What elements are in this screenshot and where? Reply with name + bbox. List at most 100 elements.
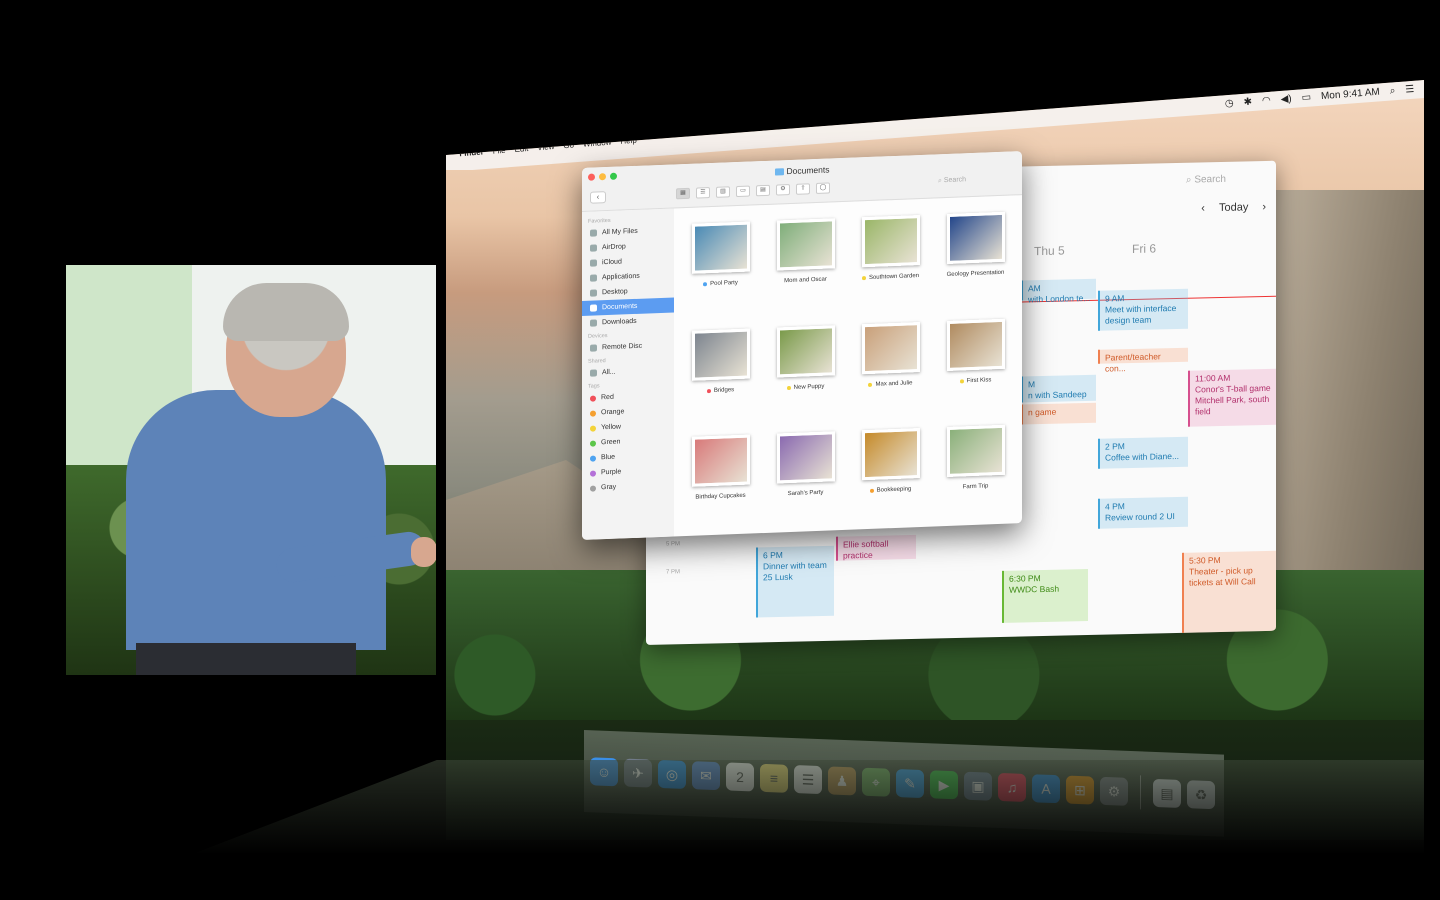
- file-tag-icon: [706, 388, 711, 393]
- finder-sidebar: Favorites All My Files AirDrop iCloud Ap…: [582, 208, 674, 540]
- calendar-time-label: 5 PM: [666, 541, 681, 548]
- file-tag-icon: [786, 385, 791, 390]
- share-icon[interactable]: ⇧: [796, 183, 810, 195]
- back-button[interactable]: ‹: [590, 191, 606, 204]
- file-caption: Bridges: [706, 386, 735, 394]
- menu-view[interactable]: View: [537, 142, 555, 152]
- finder-toolbar: ▦ ☰ ▥ ▭ ▤ ⚙ ⇧ ◯: [676, 182, 830, 200]
- file-caption: Birthday Cupcakes: [695, 493, 745, 501]
- tag-color-dot-icon: [590, 484, 596, 492]
- sidebar-item-label: Blue: [601, 453, 616, 462]
- calendar-event[interactable]: 6 PM Dinner with team 25 Lusk: [756, 545, 834, 618]
- calendar-search[interactable]: ⌕ Search: [1186, 174, 1226, 186]
- file-caption: Mom and Oscar: [784, 277, 827, 285]
- calendar-nav: ‹ Today ›: [1201, 201, 1266, 214]
- calendar-search-placeholder: Search: [1194, 173, 1226, 186]
- file-item[interactable]: Geology Presentation: [933, 199, 1018, 309]
- apple-menu-icon[interactable]: [450, 150, 451, 159]
- menu-edit[interactable]: Edit: [514, 144, 528, 154]
- bluetooth-icon[interactable]: ✱: [1243, 96, 1252, 108]
- file-grid: Pool Party Mom and Oscar Southtown Garden G…: [678, 199, 1018, 532]
- sidebar-item-label: Gray: [601, 483, 617, 492]
- file-item[interactable]: Farm Trip: [933, 413, 1018, 523]
- stage-reflection: [190, 760, 1424, 855]
- file-thumbnail: [861, 428, 920, 481]
- file-caption: Farm Trip: [963, 484, 989, 491]
- menu-help[interactable]: Help: [620, 136, 637, 146]
- list-view-icon[interactable]: ☰: [696, 187, 710, 199]
- action-gear-icon[interactable]: ⚙: [776, 184, 790, 196]
- file-item[interactable]: Pool Party: [678, 209, 763, 319]
- calendar-event[interactable]: 11:00 AM Conor's T-ball game Mitchell Pa…: [1188, 368, 1276, 427]
- file-item[interactable]: Mom and Oscar: [763, 206, 848, 316]
- notification-center-icon[interactable]: ☰: [1405, 84, 1415, 96]
- calendar-event[interactable]: 9 AM Meet with interface design team: [1098, 288, 1188, 331]
- all-my-files-icon: [590, 229, 597, 237]
- tag-color-dot-icon: [590, 439, 596, 447]
- remote-disc-icon: [590, 344, 597, 352]
- presenter-trousers: [136, 643, 356, 675]
- file-item[interactable]: Birthday Cupcakes: [678, 422, 763, 532]
- file-item[interactable]: Bridges: [678, 316, 763, 426]
- calendar-event[interactable]: 4 PM Review round 2 UI: [1098, 496, 1188, 529]
- calendar-event[interactable]: Parent/teacher con...: [1098, 347, 1188, 374]
- calendar-event[interactable]: M n with Sandeep: [1021, 374, 1096, 403]
- sidebar-tag-gray[interactable]: Gray: [582, 477, 674, 496]
- file-name: New Puppy: [793, 383, 825, 391]
- sidebar-item-label: All...: [602, 368, 616, 377]
- file-item[interactable]: First Kiss: [933, 306, 1018, 416]
- file-item[interactable]: New Puppy: [763, 312, 848, 422]
- file-caption: First Kiss: [959, 376, 992, 384]
- sidebar-item-label: Orange: [601, 408, 625, 417]
- file-tag-icon: [869, 489, 874, 494]
- column-view-icon[interactable]: ▥: [716, 186, 730, 198]
- finder-search-placeholder: Search: [943, 176, 967, 185]
- menu-file[interactable]: File: [492, 146, 506, 156]
- file-name: Max and Julie: [875, 379, 913, 388]
- presenter-hair: [223, 283, 349, 341]
- calendar-today-button[interactable]: Today: [1219, 201, 1248, 214]
- cover-flow-icon[interactable]: ▭: [736, 185, 750, 198]
- finder-title-text: Documents: [786, 164, 830, 177]
- calendar-event[interactable]: n game: [1021, 402, 1096, 425]
- calendar-event[interactable]: 5:30 PM Theater - pick up tickets at Wil…: [1182, 550, 1276, 643]
- menu-app-name[interactable]: Finder: [459, 147, 484, 158]
- calendar-next-icon[interactable]: ›: [1262, 201, 1266, 213]
- file-item[interactable]: Sarah's Party: [763, 419, 848, 529]
- file-thumbnail: [946, 425, 1005, 478]
- calendar-event[interactable]: Ellie softball practice: [836, 534, 916, 561]
- arrange-icon[interactable]: ▤: [756, 184, 770, 197]
- finder-search-input[interactable]: ⌕ Search: [932, 172, 1010, 188]
- file-name: First Kiss: [966, 376, 992, 384]
- menu-go[interactable]: Go: [563, 140, 574, 150]
- icon-view-icon[interactable]: ▦: [676, 187, 690, 200]
- presenter-hand: [411, 537, 436, 567]
- file-name: Mom and Oscar: [784, 276, 827, 285]
- finder-window[interactable]: Documents ‹ ▦ ☰ ▥ ▭ ▤ ⚙ ⇧ ◯ ⌕ Search Fav…: [582, 151, 1022, 540]
- file-thumbnail: [776, 431, 835, 484]
- tag-icon[interactable]: ◯: [816, 182, 830, 195]
- calendar-time-label: 7 PM: [666, 569, 681, 576]
- calendar-prev-icon[interactable]: ‹: [1201, 202, 1205, 214]
- volume-icon[interactable]: ◀): [1280, 93, 1292, 105]
- calendar-event[interactable]: 2 PM Coffee with Diane...: [1098, 436, 1188, 469]
- spotlight-icon[interactable]: ⌕: [1389, 85, 1395, 96]
- battery-icon[interactable]: ▭: [1301, 92, 1311, 104]
- sidebar-tag-list: Red Orange Yellow Green Blue Purple Gray: [582, 387, 674, 496]
- sidebar-item-label: Remote Disc: [602, 342, 643, 352]
- calendar-event[interactable]: AM with London te...: [1021, 278, 1096, 304]
- file-item[interactable]: Southtown Garden: [848, 203, 933, 313]
- sidebar-item-label: iCloud: [602, 258, 622, 267]
- file-name: Bridges: [713, 386, 735, 394]
- applications-icon: [590, 274, 597, 282]
- file-item[interactable]: Max and Julie: [848, 309, 933, 419]
- file-name: Geology Presentation: [946, 269, 1005, 278]
- wifi-icon[interactable]: ◠: [1262, 95, 1272, 107]
- file-item[interactable]: Bookkeeping: [848, 416, 933, 526]
- file-caption: Max and Julie: [868, 379, 913, 388]
- calendar-event[interactable]: 6:30 PM WWDC Bash: [1002, 568, 1088, 623]
- sidebar-item-label: Documents: [602, 302, 638, 312]
- time-machine-icon[interactable]: ◷: [1225, 98, 1235, 110]
- documents-icon: [590, 304, 597, 312]
- sidebar-item-label: AirDrop: [602, 243, 626, 252]
